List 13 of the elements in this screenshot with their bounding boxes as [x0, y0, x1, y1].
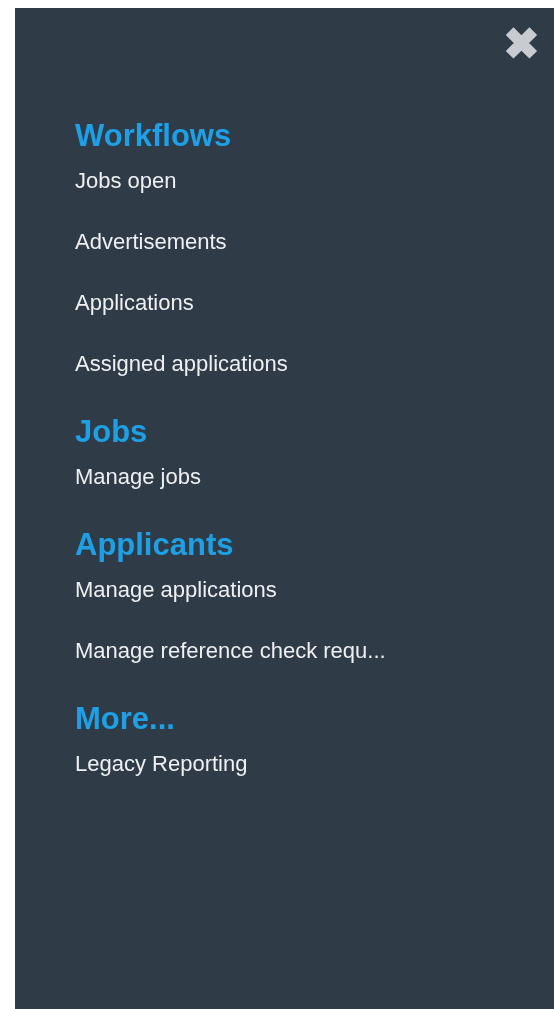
section-heading: Workflows — [75, 117, 233, 155]
section-heading: Applicants — [75, 526, 235, 564]
menu-link[interactable]: Assigned applications — [75, 349, 288, 378]
menu-link[interactable]: Manage jobs — [75, 462, 201, 491]
menu-link[interactable]: Manage applications — [75, 575, 277, 604]
menu-link[interactable]: Applications — [75, 288, 194, 317]
menu-link[interactable]: Jobs open — [75, 166, 177, 195]
menu-link[interactable]: Advertisements — [75, 227, 227, 256]
menu-link[interactable]: Manage reference check requ... — [75, 636, 386, 665]
section-heading: Jobs — [75, 413, 149, 451]
close-button[interactable]: ✖ — [503, 22, 540, 66]
menu-link[interactable]: Legacy Reporting — [75, 749, 248, 778]
section-heading: More... — [75, 700, 176, 738]
